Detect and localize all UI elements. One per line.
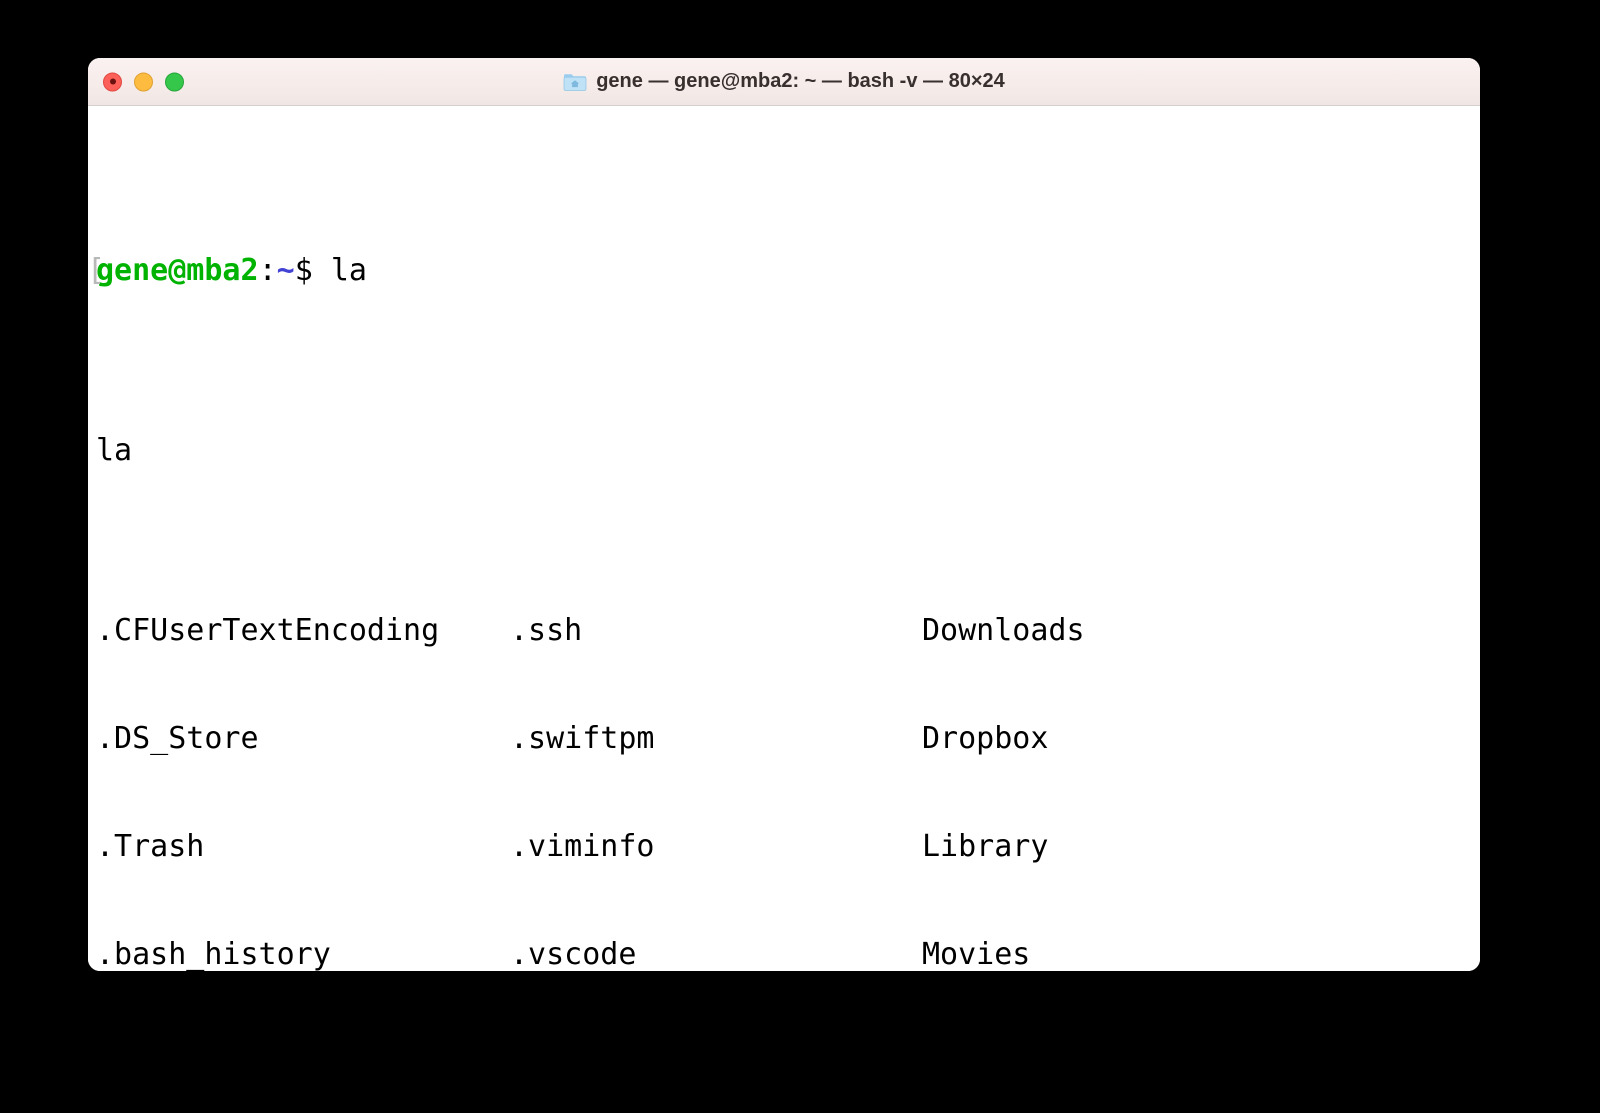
listing-row: .DS_Store .swiftpm Dropbox bbox=[96, 721, 1480, 757]
prompt-dollar: $ bbox=[294, 253, 313, 288]
terminal-screen: [gene@mba2:~$ la la .CFUserTextEncoding.… bbox=[88, 109, 1480, 971]
terminal-body[interactable]: [gene@mba2:~$ la la .CFUserTextEncoding.… bbox=[88, 106, 1480, 971]
close-button[interactable] bbox=[103, 72, 122, 91]
window-title-text: gene — gene@mba2: ~ — bash -v — 80×24 bbox=[596, 70, 1005, 92]
minimize-button[interactable] bbox=[134, 72, 153, 91]
listing-cell: .swiftpm bbox=[510, 721, 655, 756]
window-titlebar[interactable]: gene — gene@mba2: ~ — bash -v — 80×24 bbox=[88, 58, 1480, 106]
listing-cell: .CFUserTextEncoding bbox=[96, 613, 440, 648]
listing-cell: Library bbox=[922, 829, 1049, 864]
prompt-path: ~ bbox=[276, 253, 295, 288]
listing-cell: .viminfo bbox=[510, 829, 655, 864]
prompt-colon: : bbox=[258, 253, 277, 288]
listing-cell: Dropbox bbox=[922, 721, 1049, 756]
command-la: la bbox=[330, 253, 367, 288]
terminal-window[interactable]: gene — gene@mba2: ~ — bash -v — 80×24 [g… bbox=[88, 58, 1480, 971]
window-title: gene — gene@mba2: ~ — bash -v — 80×24 bbox=[563, 70, 1005, 93]
traffic-lights bbox=[103, 72, 184, 91]
prompt-line-1: [gene@mba2:~$ la bbox=[88, 253, 1480, 289]
listing-row: .Trash .viminfo Library bbox=[96, 829, 1480, 865]
home-folder-icon bbox=[563, 73, 587, 91]
listing-cell: Movies bbox=[922, 937, 1031, 971]
listing-row: .bash_history .vscode Movies bbox=[96, 937, 1480, 971]
listing-cell: .DS_Store bbox=[96, 721, 259, 756]
listing-cell: .bash_history bbox=[96, 937, 331, 971]
prompt-userhost: gene@mba2 bbox=[96, 253, 259, 288]
echo-la: la bbox=[96, 433, 133, 468]
prompt-bracket-artifact: [ bbox=[88, 253, 106, 288]
listing-cell: .Trash bbox=[96, 829, 205, 864]
listing-cell: Downloads bbox=[922, 613, 1085, 648]
maximize-button[interactable] bbox=[165, 72, 184, 91]
listing-cell: .vscode bbox=[510, 937, 637, 971]
listing-row: .CFUserTextEncoding .ssh Downloads bbox=[96, 613, 1480, 649]
listing-cell: .ssh bbox=[510, 613, 583, 648]
